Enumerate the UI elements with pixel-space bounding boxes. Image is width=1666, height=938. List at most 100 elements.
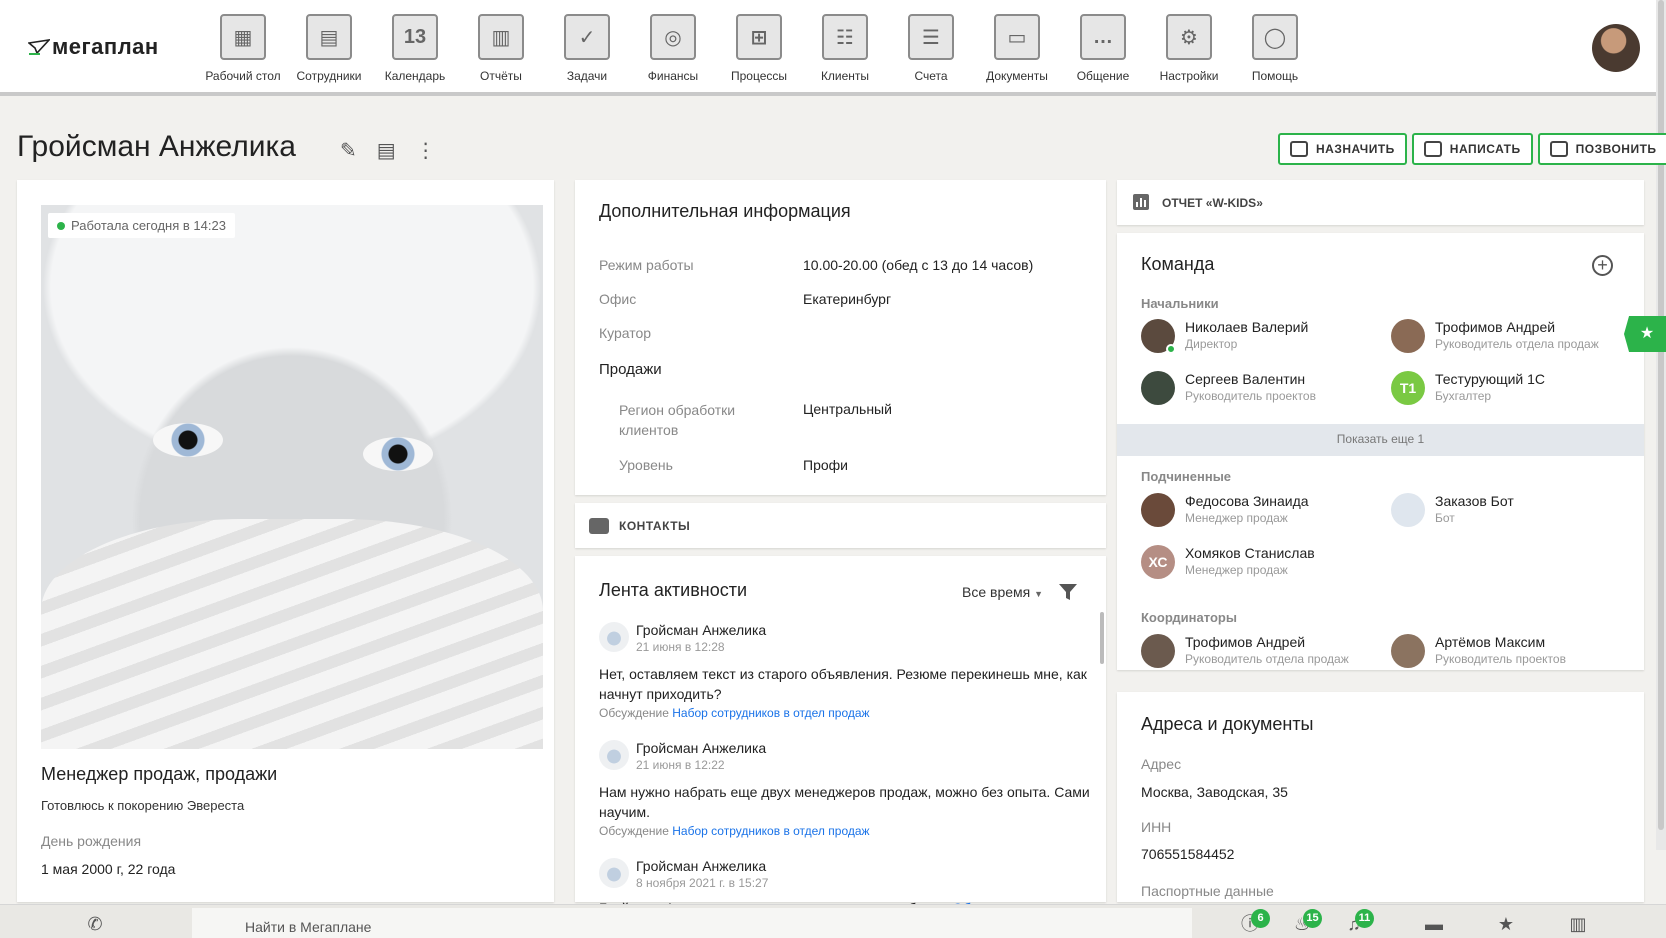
contacts-label: КОНТАКТЫ bbox=[619, 519, 691, 533]
member-avatar[interactable] bbox=[1391, 634, 1425, 668]
member-name[interactable]: Артёмов Максим bbox=[1435, 634, 1566, 650]
nav-item-desktop[interactable]: ▦ Рабочий стол bbox=[200, 14, 286, 83]
feed-item: Гройсман Анжелика 8 ноября 2021 г. в 15:2… bbox=[599, 858, 1099, 904]
megaplan-logo[interactable]: мегаплан bbox=[28, 34, 159, 60]
star-icon[interactable]: ★ bbox=[1496, 914, 1516, 934]
online-status-dot bbox=[1166, 344, 1176, 354]
team-member[interactable]: Артёмов Максим Руководитель проектов bbox=[1391, 634, 1566, 668]
cards-view-icon[interactable]: ▤ bbox=[377, 138, 396, 163]
add-team-member-icon[interactable]: + bbox=[1592, 255, 1613, 276]
more-vert-icon[interactable]: ⋮ bbox=[416, 138, 436, 163]
nav-item-invoices[interactable]: ☰ Счета bbox=[888, 14, 974, 83]
chat-bubble-icon[interactable]: ▬ bbox=[1424, 914, 1444, 934]
member-avatar[interactable] bbox=[1141, 371, 1175, 405]
write-button[interactable]: НАПИСАТЬ bbox=[1411, 133, 1533, 165]
member-avatar[interactable] bbox=[1141, 493, 1175, 527]
current-user-avatar[interactable] bbox=[1592, 24, 1640, 72]
feed-source-link[interactable]: Набор сотрудников в отдел продаж bbox=[672, 706, 869, 720]
briefcase-icon bbox=[589, 518, 609, 534]
member-avatar[interactable]: ХС bbox=[1141, 545, 1175, 579]
edit-pencil-icon[interactable]: ✎ bbox=[340, 138, 357, 163]
nav-item-processes[interactable]: ⊞ Процессы bbox=[716, 14, 802, 83]
feed-source-prefix: Обсуждение bbox=[599, 706, 669, 720]
feed-date: 8 ноября 2021 г. в 15:27 bbox=[636, 876, 769, 890]
feed-author[interactable]: Гройсман Анжелика bbox=[636, 858, 766, 874]
fire-badge: 15 bbox=[1303, 909, 1322, 928]
call-button[interactable]: ПОЗВОНИТЬ bbox=[1537, 133, 1666, 165]
member-name[interactable]: Заказов Бот bbox=[1435, 493, 1514, 509]
profile-photo[interactable] bbox=[41, 205, 543, 749]
nav-item-chat[interactable]: … Общение bbox=[1060, 14, 1146, 83]
page-scrollbar[interactable] bbox=[1656, 0, 1666, 850]
member-text: Сергеев Валентин Руководитель проектов bbox=[1185, 371, 1316, 403]
filter-icon[interactable] bbox=[1058, 583, 1078, 601]
member-text: Николаев Валерий Директор bbox=[1185, 319, 1308, 351]
nav-item-tasks[interactable]: ✓ Задачи bbox=[544, 14, 630, 83]
member-name[interactable]: Тестурующий 1С bbox=[1435, 371, 1545, 387]
member-avatar[interactable] bbox=[1391, 493, 1425, 527]
feed-source-link[interactable]: Набор сотрудников в отдел продаж bbox=[672, 824, 869, 838]
team-member[interactable]: ХС Хомяков Станислав Менеджер продаж bbox=[1141, 545, 1315, 579]
member-avatar[interactable] bbox=[1141, 634, 1175, 668]
feed-author[interactable]: Гройсман Анжелика bbox=[636, 622, 766, 638]
nav-item-clients[interactable]: ☷ Клиенты bbox=[802, 14, 888, 83]
member-name[interactable]: Сергеев Валентин bbox=[1185, 371, 1316, 387]
nav-item-calendar[interactable]: 13 Календарь bbox=[372, 14, 458, 83]
phone-icon[interactable]: ✆ bbox=[85, 914, 105, 934]
feed-source: Обсуждение Набор сотрудников в отдел про… bbox=[599, 706, 870, 720]
region-label: Регион обработки клиентов bbox=[619, 402, 736, 438]
documents-icon: ▭ bbox=[994, 14, 1040, 60]
scrollbar-thumb[interactable] bbox=[1658, 0, 1664, 830]
member-name[interactable]: Федосова Зинаида bbox=[1185, 493, 1309, 509]
team-member[interactable]: Федосова Зинаида Менеджер продаж bbox=[1141, 493, 1309, 527]
member-avatar[interactable] bbox=[1391, 319, 1425, 353]
feed-source: Обсуждение Набор сотрудников в отдел про… bbox=[599, 824, 870, 838]
book-icon[interactable]: ▥ bbox=[1568, 914, 1588, 934]
feed-author-avatar[interactable] bbox=[599, 740, 629, 770]
member-name[interactable]: Трофимов Андрей bbox=[1185, 634, 1349, 650]
nav-label: Отчёты bbox=[480, 69, 522, 83]
team-member[interactable]: Т1 Тестурующий 1С Бухгалтер bbox=[1391, 371, 1545, 405]
clients-icon: ☷ bbox=[822, 14, 868, 60]
nav-label: Клиенты bbox=[820, 69, 870, 83]
feed-author-avatar[interactable] bbox=[599, 622, 629, 652]
logo-text: мегаплан bbox=[52, 34, 159, 59]
nav-label: Рабочий стол bbox=[205, 69, 281, 83]
member-name[interactable]: Трофимов Андрей bbox=[1435, 319, 1599, 335]
member-role: Директор bbox=[1185, 337, 1238, 351]
favorite-star-tab[interactable]: ★ bbox=[1624, 316, 1666, 352]
team-member[interactable]: Трофимов Андрей Руководитель отдела прода… bbox=[1391, 319, 1599, 353]
nav-item-employees[interactable]: ▤ Сотрудники bbox=[286, 14, 372, 83]
region-value: Центральный bbox=[803, 401, 892, 417]
nav-item-help[interactable]: ◯ Помощь bbox=[1232, 14, 1318, 83]
feed-author-avatar[interactable] bbox=[599, 858, 629, 888]
feed-period-select[interactable]: Все время ▼ bbox=[962, 584, 1043, 600]
chiefs-label: Начальники bbox=[1141, 296, 1219, 311]
nav-item-documents[interactable]: ▭ Документы bbox=[974, 14, 1060, 83]
main-nav: ▦ Рабочий стол ▤ Сотрудники 13 Календарь ▥ Отчё… bbox=[200, 14, 1318, 83]
nav-label: Календарь bbox=[384, 69, 446, 83]
inn-value: 706551584452 bbox=[1141, 846, 1235, 862]
team-member[interactable]: Сергеев Валентин Руководитель проектов bbox=[1141, 371, 1316, 405]
member-name[interactable]: Хомяков Станислав bbox=[1185, 545, 1315, 561]
nav-item-reports[interactable]: ▥ Отчёты bbox=[458, 14, 544, 83]
feed-author[interactable]: Гройсман Анжелика bbox=[636, 740, 766, 756]
nav-item-finance[interactable]: ◎ Финансы bbox=[630, 14, 716, 83]
team-member[interactable]: Заказов Бот Бот bbox=[1391, 493, 1514, 527]
team-member[interactable]: Николаев Валерий Директор bbox=[1141, 319, 1308, 354]
team-member[interactable]: Трофимов Андрей Руководитель отдела прода… bbox=[1141, 634, 1349, 668]
nav-label: Процессы bbox=[730, 69, 787, 83]
nav-item-settings[interactable]: ⚙ Настройки bbox=[1146, 14, 1232, 83]
online-status-pill: Работала сегодня в 14:23 bbox=[48, 213, 235, 238]
member-role: Руководитель проектов bbox=[1435, 652, 1566, 666]
member-text: Тестурующий 1С Бухгалтер bbox=[1435, 371, 1545, 403]
feed-item: Гройсман Анжелика 21 июня в 12:22 Нам нужн… bbox=[599, 740, 1099, 840]
feed-scrollbar[interactable] bbox=[1100, 612, 1104, 664]
member-name[interactable]: Николаев Валерий bbox=[1185, 319, 1308, 335]
extra-row-label: Куратор bbox=[599, 325, 652, 341]
member-role: Бухгалтер bbox=[1435, 389, 1492, 403]
member-avatar[interactable] bbox=[1141, 319, 1176, 354]
assign-button[interactable]: НАЗНАЧИТЬ bbox=[1278, 133, 1407, 165]
member-avatar[interactable]: Т1 bbox=[1391, 371, 1425, 405]
logo-plane-icon bbox=[28, 39, 50, 55]
